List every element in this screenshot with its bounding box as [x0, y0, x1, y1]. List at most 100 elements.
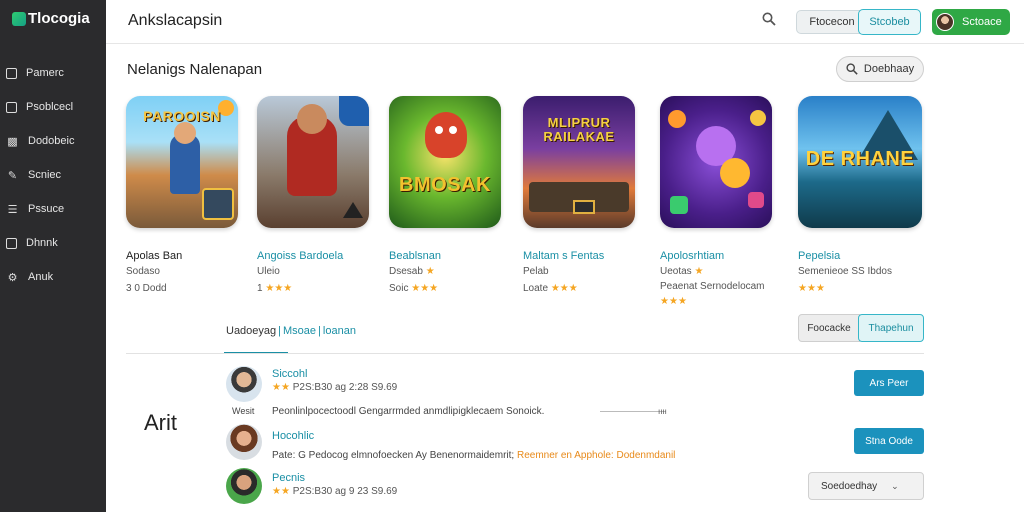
avatar[interactable] — [226, 468, 262, 504]
review-text-highlight[interactable]: Reemner en Apphole: Dodenmdanil — [517, 450, 675, 461]
review-item: Siccohl ★★ P2S:B30 ag 2:28 S9.69 Ars Pee… — [226, 366, 926, 406]
profile-button[interactable]: Sctoace — [932, 9, 1010, 35]
app-meta: Dsesab ★ — [389, 266, 435, 277]
app-thumbnail[interactable] — [257, 96, 369, 228]
review-text: Pate: G Pedocog elmnofoecken Ay Benenorm… — [272, 450, 675, 461]
sort-select[interactable]: Soedoedhay ⌄ — [808, 472, 924, 500]
sidebar-item-label: Psoblcecl — [26, 101, 74, 113]
app-title: Apolosrhtiam — [660, 250, 725, 262]
tab-separator: | — [318, 325, 321, 337]
left-label: Arit — [144, 410, 177, 435]
app-art-text: BMOSAK — [399, 174, 491, 196]
app-title: Beablsnan — [389, 250, 441, 262]
sidebar-item-label: Anuk — [28, 271, 54, 283]
calendar-icon — [6, 237, 17, 249]
app-thumbnail[interactable]: BMOSAK — [389, 96, 501, 228]
review-rating: ★★ P2S:B30 ag 2:28 S9.69 — [272, 382, 398, 393]
app-meta-secondary: Peaenat Sernodelocam — [660, 281, 765, 292]
app-rating: 1 ★★★ — [257, 283, 293, 294]
search-icon[interactable] — [762, 12, 776, 30]
review-rating: ★★ P2S:B30 ag 9 23 S9.69 — [272, 486, 398, 497]
review-author[interactable]: Pecnis — [272, 472, 305, 484]
chevron-down-icon: ⌄ — [891, 480, 899, 491]
app-thumbnail[interactable]: DE RHANE — [798, 96, 922, 228]
top-bar: Ankslacapsin Ftocecon Stcobeb Sctoace — [106, 0, 1024, 44]
sidebar-item-label: Scniec — [28, 169, 62, 181]
brand-logo[interactable]: Tlocogia — [12, 10, 90, 27]
app-meta: Ueotas ★ — [660, 266, 704, 277]
app-card[interactable]: BMOSAK Beablsnan Dsesab ★ Soic ★★★ — [389, 96, 513, 294]
sidebar-item-pamerc[interactable]: Pamerc — [0, 56, 106, 90]
app-meta: Pelab — [523, 266, 549, 277]
app-art-text: MLIPRUR RAILAKAE — [543, 115, 615, 144]
app-art-text: PAROOISN — [143, 108, 221, 124]
display-button[interactable]: Doebhaay — [836, 56, 924, 82]
app-rating: Soic ★★★ — [389, 283, 439, 294]
section-title: Nelanigs Nalenapan — [127, 61, 263, 78]
avatar[interactable] — [226, 424, 262, 460]
sidebar-item-dodobeic[interactable]: ▩ Dodobeic — [0, 124, 106, 158]
review-item: Hocohlic Pate: G Pedocog elmnofoecken Ay… — [226, 424, 926, 464]
app-card[interactable]: Apolosrhtiam Ueotas ★ Peaenat Sernodeloc… — [660, 96, 784, 307]
sidebar-item-pssuce[interactable]: ☰ Pssuce — [0, 192, 106, 226]
review-item: Pecnis ★★ P2S:B30 ag 9 23 S9.69 Soedoedh… — [226, 468, 926, 508]
sidebar-item-anuk[interactable]: ⚙ Anuk — [0, 260, 106, 294]
reply-marker: ıııı — [658, 407, 667, 416]
review-tabs: Uadoeyag | Msoae | loanan — [226, 325, 356, 337]
reply-text: Peonlinlpocectoodl Gengarrmded anmdlipig… — [272, 406, 545, 417]
reply-divider — [600, 411, 666, 412]
tab-separator: | — [278, 325, 282, 337]
profile-label: Sctoace — [962, 16, 1002, 28]
app-art-text: DE RHANE — [805, 148, 915, 170]
header-button-2[interactable]: Stcobeb — [858, 9, 921, 35]
app-rating: ★★★ — [660, 296, 687, 307]
app-card[interactable]: PAROOISN Apolas Ban Sodaso 3 0 Dodd — [126, 96, 250, 294]
tab-label-2[interactable]: Msoae — [283, 325, 316, 337]
review-action-button[interactable]: Stna Oode — [854, 428, 924, 454]
sidebar-item-dhnnk[interactable]: Dhnnk — [0, 226, 106, 260]
divider — [126, 353, 924, 354]
app-title: Apolas Ban — [126, 250, 183, 262]
app-card[interactable]: DE RHANE Pepelsia Semenieoe SS Ibdos ★★★ — [798, 96, 922, 294]
pen-icon: ✎ — [7, 169, 18, 182]
image-icon — [6, 67, 17, 79]
tab-label-3[interactable]: loanan — [323, 325, 356, 337]
review-text-main: Pate: G Pedocog elmnofoecken Ay Benenorm… — [272, 450, 515, 461]
app-card[interactable]: Angoiss Bardoela Uleio 1 ★★★ — [257, 96, 381, 294]
app-rating: Loate ★★★ — [523, 283, 578, 294]
app-title: Ankslacapsin — [128, 12, 223, 29]
logo-icon — [12, 11, 26, 26]
sidebar-item-label: Dhnnk — [26, 237, 58, 249]
app-title: Maltam s Fentas — [523, 250, 605, 262]
review-author[interactable]: Hocohlic — [272, 430, 314, 442]
brand-name: Tlocogia — [28, 10, 90, 27]
avatar[interactable] — [226, 366, 262, 402]
tab-label-1[interactable]: Uadoeyag — [226, 325, 276, 337]
list-icon: ☰ — [7, 203, 18, 216]
app-thumbnail[interactable] — [660, 96, 772, 228]
app-title: Pepelsia — [798, 250, 841, 262]
search-icon — [846, 63, 858, 75]
sidebar-item-psoblcecl[interactable]: Psoblcecl — [0, 90, 106, 124]
gear-icon: ⚙ — [7, 271, 18, 284]
sort-select-value: Soedoedhay — [821, 480, 878, 492]
display-button-label: Doebhaay — [863, 63, 915, 75]
segment-button-1[interactable]: Foocacke — [798, 314, 860, 342]
sidebar-item-label: Dodobeic — [28, 135, 75, 147]
sidebar-item-label: Pssuce — [28, 203, 65, 215]
gamepad-icon: ▩ — [7, 135, 18, 148]
sidebar-item-label: Pamerc — [26, 67, 64, 79]
app-rating: ★★★ — [798, 283, 825, 294]
segment-button-2[interactable]: Thapehun — [858, 314, 924, 342]
review-author[interactable]: Siccohl — [272, 368, 307, 380]
app-meta: Uleio — [257, 266, 280, 277]
review-action-button[interactable]: Ars Peer — [854, 370, 924, 396]
sidebar-item-scniec[interactable]: ✎ Scniec — [0, 158, 106, 192]
app-rating: 3 0 Dodd — [126, 283, 167, 294]
reply-label: Wesit — [232, 406, 255, 416]
app-meta: Sodaso — [126, 266, 160, 277]
app-thumbnail[interactable]: PAROOISN — [126, 96, 238, 228]
app-card[interactable]: MLIPRUR RAILAKAE Maltam s Fentas Pelab L… — [523, 96, 647, 294]
app-thumbnail[interactable]: MLIPRUR RAILAKAE — [523, 96, 635, 228]
square-icon — [6, 101, 17, 113]
